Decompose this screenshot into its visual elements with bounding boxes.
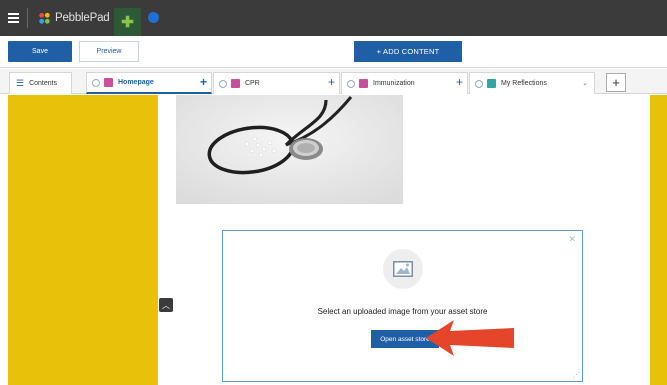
plus-icon: + [612, 75, 620, 90]
add-page-after-icon[interactable]: + [200, 75, 207, 89]
hamburger-icon [7, 12, 19, 24]
add-page-button[interactable]: + [606, 73, 626, 92]
settings-icon[interactable] [475, 79, 483, 88]
settings-icon[interactable] [347, 79, 355, 88]
tab-homepage[interactable]: Homepage + [86, 72, 212, 94]
settings-icon[interactable] [219, 79, 227, 88]
tab-label: Homepage [118, 79, 154, 86]
page-badge-icon [487, 79, 496, 88]
scroll-up-button[interactable]: ︿ [159, 298, 173, 312]
add-content-button[interactable]: + ADD CONTENT [354, 41, 462, 62]
add-page-after-icon[interactable]: + [328, 75, 335, 89]
resize-handle-icon[interactable]: ⋰ [573, 371, 580, 379]
menu-button[interactable] [0, 0, 26, 36]
app-brand-name: PebblePad [55, 12, 110, 24]
plus-icon: ✚ [121, 14, 134, 31]
stethoscope-image[interactable] [176, 95, 403, 204]
tab-cpr[interactable]: CPR + [213, 72, 340, 94]
app-logo[interactable]: PebblePad [38, 10, 110, 26]
top-bar: PebblePad ✚ [0, 0, 667, 36]
tab-contents[interactable]: ☰ Contents [9, 72, 72, 94]
pebblepad-logo-icon [39, 12, 50, 24]
save-button[interactable]: Save [8, 41, 72, 62]
tab-label: Contents [29, 80, 58, 87]
image-placeholder-panel: ✕ Select an uploaded image from your ass… [222, 230, 583, 382]
add-page-after-icon[interactable]: + [456, 75, 463, 89]
asset-store-message: Select an uploaded image from your asset… [317, 307, 488, 316]
pointer-arrow-icon [426, 320, 514, 356]
close-icon[interactable]: ✕ [568, 234, 576, 245]
tab-label: CPR [245, 80, 260, 87]
stethoscope-picture [176, 95, 403, 204]
list-icon: ☰ [16, 78, 25, 88]
settings-icon[interactable] [92, 78, 100, 87]
page-badge-icon [104, 78, 113, 87]
create-new-button[interactable]: ✚ [114, 8, 141, 36]
page-badge-icon [231, 79, 240, 88]
tab-my-reflections[interactable]: My Reflections ⌄ [469, 72, 595, 94]
globe-icon[interactable] [148, 12, 159, 23]
image-icon [393, 261, 413, 277]
divider [27, 8, 28, 28]
editor-toolbar: Save Preview + ADD CONTENT [0, 36, 667, 68]
page-badge-icon [359, 79, 368, 88]
chevron-down-icon[interactable]: ⌄ [582, 79, 588, 87]
page-background-right [650, 95, 667, 385]
page-tab-strip: ☰ Contents Homepage + CPR + Immunization… [0, 69, 667, 94]
page-background-left [8, 95, 158, 385]
chevron-up-icon: ︿ [162, 300, 170, 310]
tab-immunization[interactable]: Immunization + [341, 72, 468, 94]
preview-button[interactable]: Preview [79, 41, 139, 62]
tab-label: Immunization [373, 80, 415, 87]
tab-label: My Reflections [501, 80, 547, 87]
image-placeholder-icon [383, 249, 423, 289]
